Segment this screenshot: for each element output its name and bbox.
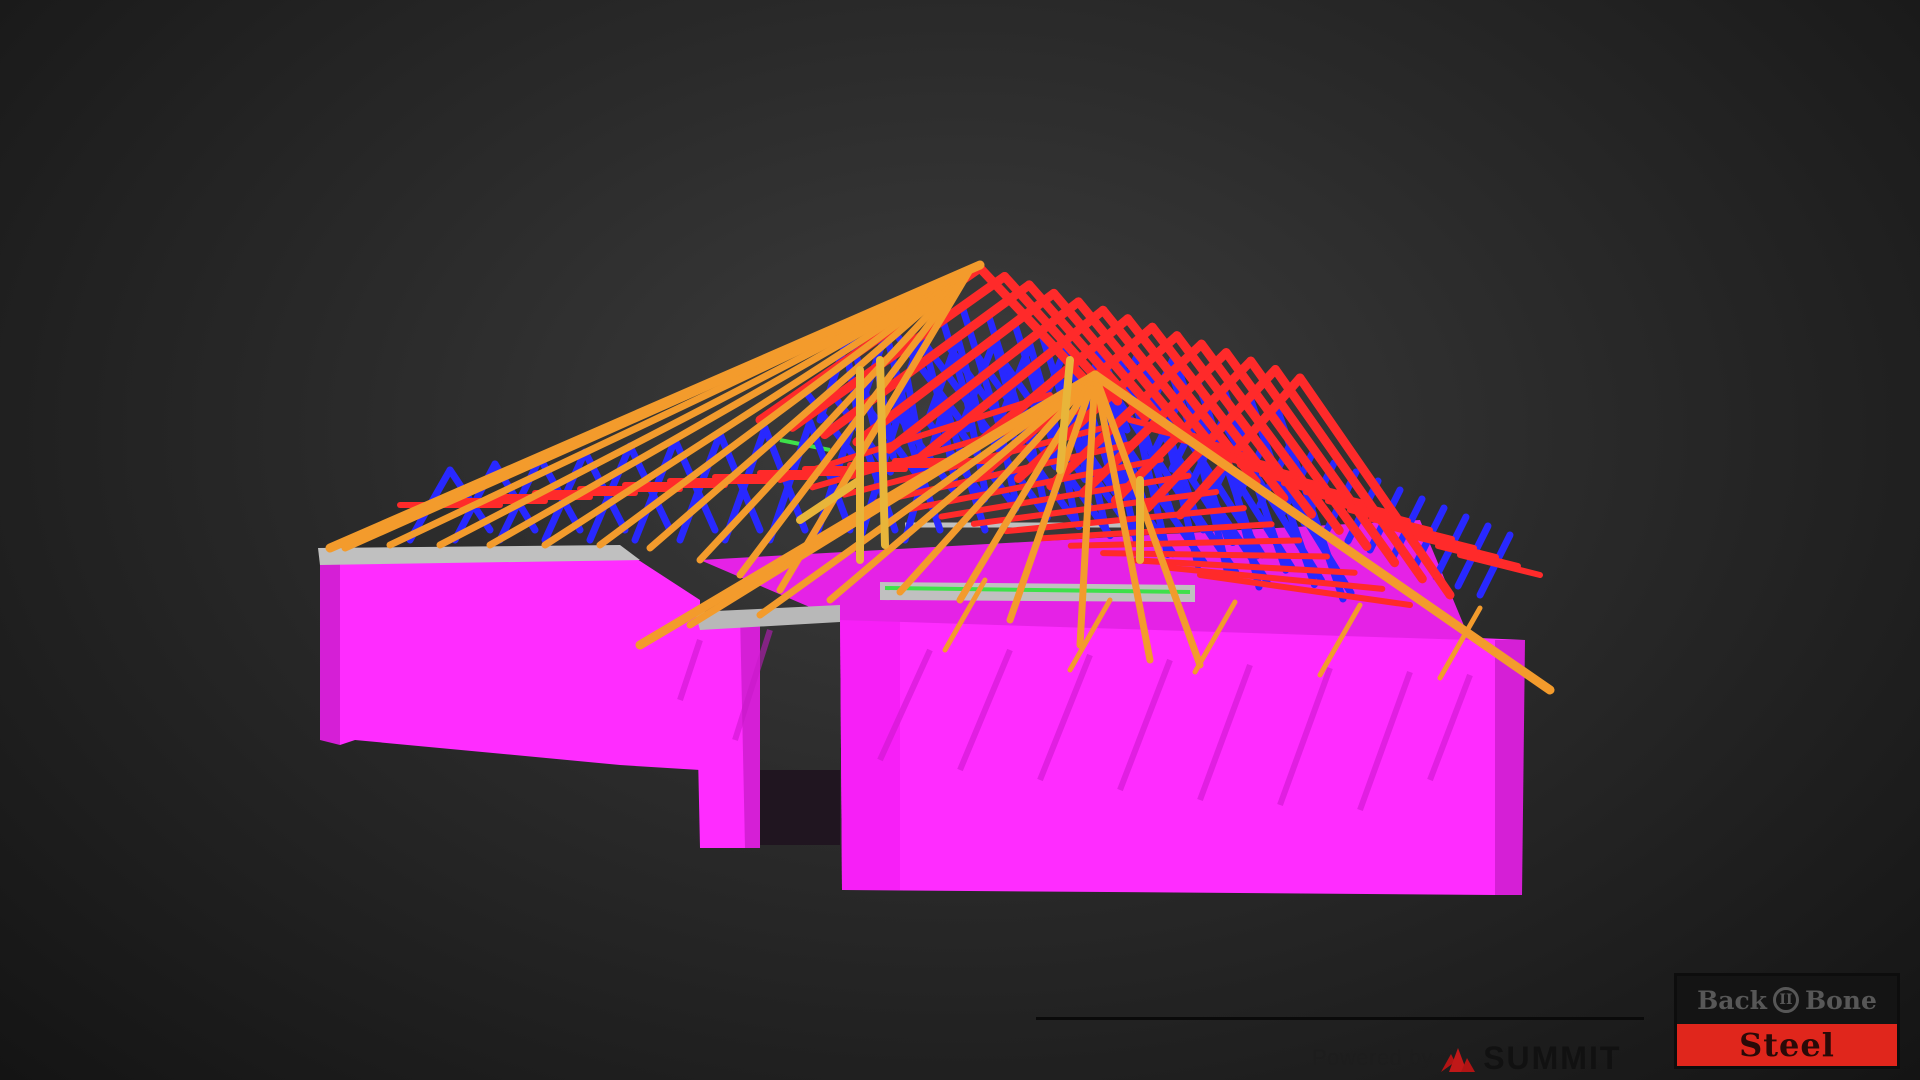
backbone-steel-logo: Back II Bone Steel [1674, 973, 1900, 1069]
left-wall [320, 548, 620, 765]
purlin [876, 356, 889, 549]
roof-truss-model[interactable] [0, 0, 1920, 1080]
door-recess [760, 770, 840, 845]
summit-logo-icon [1441, 1048, 1476, 1072]
3d-viewport[interactable]: Powered by SUMMIT Back II Bone Steel [0, 0, 1920, 1080]
logo-bottom-band: Steel [1677, 1024, 1897, 1066]
main-wall-right [840, 610, 1525, 895]
front-wall-left [620, 548, 700, 770]
left-wall-end [320, 555, 340, 745]
logo-mark-icon: II [1772, 987, 1799, 1013]
powered-by-badge[interactable]: Powered by SUMMIT [1312, 1040, 1621, 1076]
right-wall-end [1495, 640, 1525, 895]
main-pier [840, 610, 900, 890]
attribution-divider [1036, 1017, 1644, 1020]
logo-word-back: Back [1697, 985, 1767, 1015]
powered-by-label: Powered by [1312, 1045, 1434, 1070]
summit-wordmark: SUMMIT [1483, 1039, 1622, 1076]
logo-top-band: Back II Bone [1677, 976, 1897, 1024]
logo-word-bone: Bone [1804, 985, 1877, 1015]
